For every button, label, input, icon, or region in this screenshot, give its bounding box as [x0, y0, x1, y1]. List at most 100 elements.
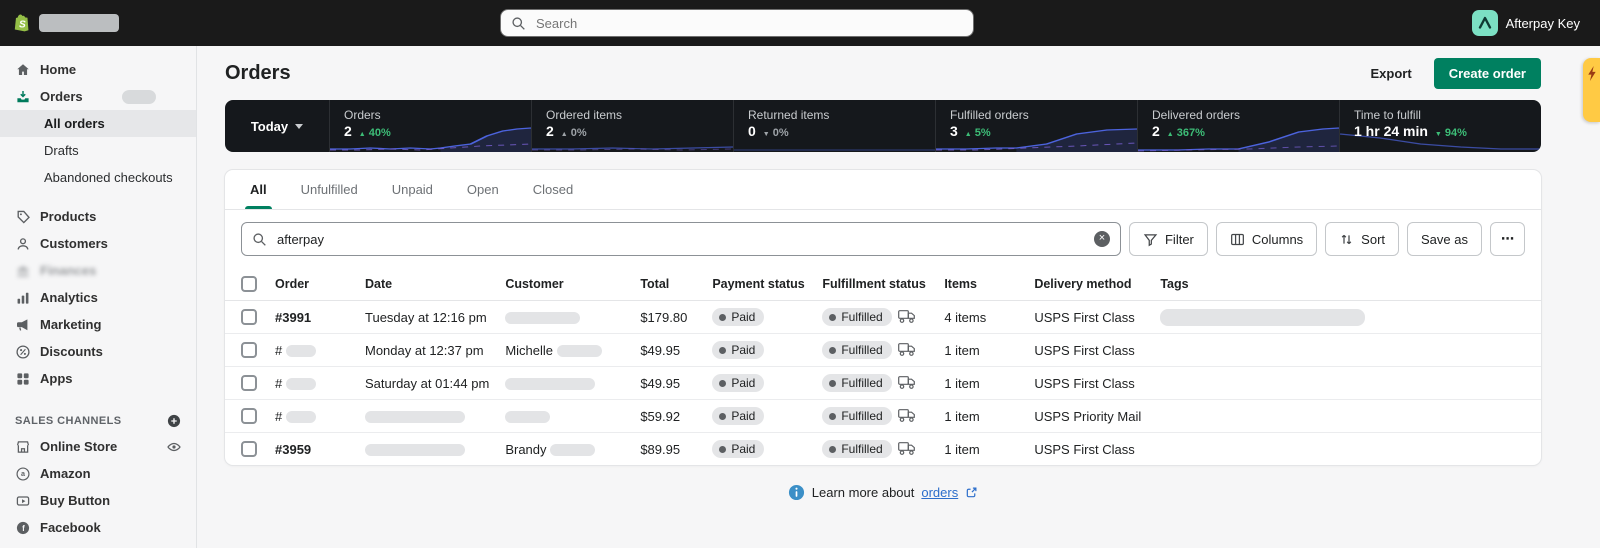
sort-button[interactable]: Sort	[1325, 222, 1399, 256]
info-icon	[788, 484, 805, 501]
sidebar-item-finances[interactable]: Finances	[0, 257, 196, 284]
sidebar-item-amazon[interactable]: a Amazon	[0, 460, 196, 487]
apps-icon	[14, 370, 31, 387]
metric-delta: ▼0%	[763, 127, 789, 139]
select-all-checkbox[interactable]	[241, 276, 257, 292]
orders-search-input[interactable]	[275, 231, 1086, 248]
table-row[interactable]: #3959 Brandy $89.95 Paid Fulfilled 1 ite…	[225, 433, 1541, 466]
tab-unfulfilled[interactable]: Unfulfilled	[284, 170, 375, 209]
shipping-truck-icon	[898, 409, 916, 422]
store-name-redacted	[39, 14, 119, 32]
global-search-input[interactable]	[534, 15, 963, 32]
sidebar-item-apps[interactable]: Apps	[0, 365, 196, 392]
shipping-truck-icon	[898, 310, 916, 323]
table-row[interactable]: # Monday at 12:37 pm Michelle $49.95 Pai…	[225, 334, 1541, 367]
metric-label: Returned items	[748, 108, 921, 122]
lightning-widget[interactable]	[1583, 58, 1600, 122]
home-icon	[14, 61, 31, 78]
sidebar-item-all-orders[interactable]: All orders	[0, 110, 196, 137]
sidebar-item-analytics[interactable]: Analytics	[0, 284, 196, 311]
payment-status-badge: Paid	[712, 407, 764, 425]
row-checkbox[interactable]	[241, 375, 257, 391]
marketing-icon	[14, 316, 31, 333]
sidebar-item-buy-button[interactable]: Buy Button	[0, 487, 196, 514]
metric-time-to-fulfill[interactable]: Time to fulfill 1 hr 24 min ▼94%	[1340, 100, 1541, 152]
row-checkbox[interactable]	[241, 309, 257, 325]
row-checkbox[interactable]	[241, 408, 257, 424]
global-search[interactable]	[500, 9, 974, 37]
sidebar-item-customers[interactable]: Customers	[0, 230, 196, 257]
customer-name: Michelle	[505, 343, 553, 358]
footer: Learn more about orders	[225, 465, 1541, 520]
table-row[interactable]: #3991 Tuesday at 12:16 pm $179.80 Paid F…	[225, 301, 1541, 334]
create-order-button[interactable]: Create order	[1434, 58, 1541, 89]
metric-orders[interactable]: Orders 2 ▲40%	[330, 100, 532, 152]
order-number-link[interactable]: #	[275, 376, 282, 391]
metric-delivered-orders[interactable]: Delivered orders 2 ▲367%	[1138, 100, 1340, 152]
order-date: Tuesday at 12:16 pm	[357, 301, 497, 334]
status-dot-icon	[829, 380, 836, 387]
sidebar-item-marketing[interactable]: Marketing	[0, 311, 196, 338]
footer-text: Learn more about	[812, 485, 915, 500]
column-header-order: Order	[267, 268, 357, 301]
sidebar-item-drafts[interactable]: Drafts	[0, 137, 196, 164]
fulfillment-status-badge: Fulfilled	[822, 341, 891, 359]
tab-open[interactable]: Open	[450, 170, 516, 209]
sidebar-item-orders[interactable]: Orders	[0, 83, 196, 110]
save-as-button[interactable]: Save as	[1407, 222, 1482, 256]
row-checkbox[interactable]	[241, 441, 257, 457]
view-online-store-eye-icon[interactable]	[166, 439, 182, 455]
order-number-link[interactable]: #3991	[275, 310, 311, 325]
payment-status-badge: Paid	[712, 374, 764, 392]
payment-status-badge: Paid	[712, 341, 764, 359]
order-number-link[interactable]: #	[275, 409, 282, 424]
topbar: S Afterpay Key	[0, 0, 1600, 46]
date-range-dropdown[interactable]: Today	[225, 100, 330, 152]
sidebar-item-label: Home	[40, 62, 76, 77]
products-icon	[14, 208, 31, 225]
buy-button-icon	[14, 492, 31, 509]
orders-search-box[interactable]: ×	[241, 222, 1121, 256]
orders-table: Order Date Customer Total Payment status…	[225, 268, 1541, 465]
fulfillment-status-badge: Fulfilled	[822, 308, 891, 326]
shipping-truck-icon	[898, 442, 916, 455]
finances-icon	[14, 262, 31, 279]
orders-help-link[interactable]: orders	[921, 485, 958, 500]
order-items: 1 item	[936, 400, 1026, 433]
sidebar-item-abandoned-checkouts[interactable]: Abandoned checkouts	[0, 164, 196, 191]
search-icon	[511, 16, 526, 31]
status-dot-icon	[719, 446, 726, 453]
sidebar-item-facebook[interactable]: f Facebook	[0, 514, 196, 541]
customer-name-redacted	[557, 345, 602, 357]
afterpay-icon	[1472, 10, 1498, 36]
order-total: $49.95	[632, 367, 704, 400]
main-content: Orders Export Create order Today Orders …	[225, 46, 1541, 520]
sidebar-item-home[interactable]: Home	[0, 56, 196, 83]
metric-fulfilled-orders[interactable]: Fulfilled orders 3 ▲5%	[936, 100, 1138, 152]
row-checkbox[interactable]	[241, 342, 257, 358]
add-sales-channel-button[interactable]	[166, 413, 182, 429]
filter-button[interactable]: Filter	[1129, 222, 1208, 256]
tab-all[interactable]: All	[233, 170, 284, 209]
afterpay-key-button[interactable]: Afterpay Key	[1472, 10, 1580, 36]
table-row[interactable]: # Saturday at 01:44 pm $49.95 Paid Fulfi…	[225, 367, 1541, 400]
metric-returned-items[interactable]: Returned items 0 ▼0%	[734, 100, 936, 152]
tab-closed[interactable]: Closed	[516, 170, 590, 209]
export-button[interactable]: Export	[1363, 60, 1420, 87]
sidebar-item-online-store[interactable]: Online Store	[0, 433, 196, 460]
sidebar-item-discounts[interactable]: Discounts	[0, 338, 196, 365]
columns-button[interactable]: Columns	[1216, 222, 1317, 256]
column-header-date: Date	[357, 268, 497, 301]
clear-search-icon[interactable]: ×	[1094, 231, 1110, 247]
order-date-redacted	[365, 411, 465, 423]
tab-unpaid[interactable]: Unpaid	[375, 170, 450, 209]
more-actions-button[interactable]: ⋯	[1490, 222, 1525, 256]
sidebar-item-label: Orders	[40, 89, 83, 104]
customer-name-redacted	[505, 411, 550, 423]
order-number-link[interactable]: #	[275, 343, 282, 358]
metric-ordered-items[interactable]: Ordered items 2 ▲0%	[532, 100, 734, 152]
order-number-link[interactable]: #3959	[275, 442, 311, 457]
sidebar-item-products[interactable]: Products	[0, 203, 196, 230]
brand[interactable]: S	[14, 14, 254, 33]
table-row[interactable]: # $59.92 Paid Fulfilled 1 item USPS Prio…	[225, 400, 1541, 433]
